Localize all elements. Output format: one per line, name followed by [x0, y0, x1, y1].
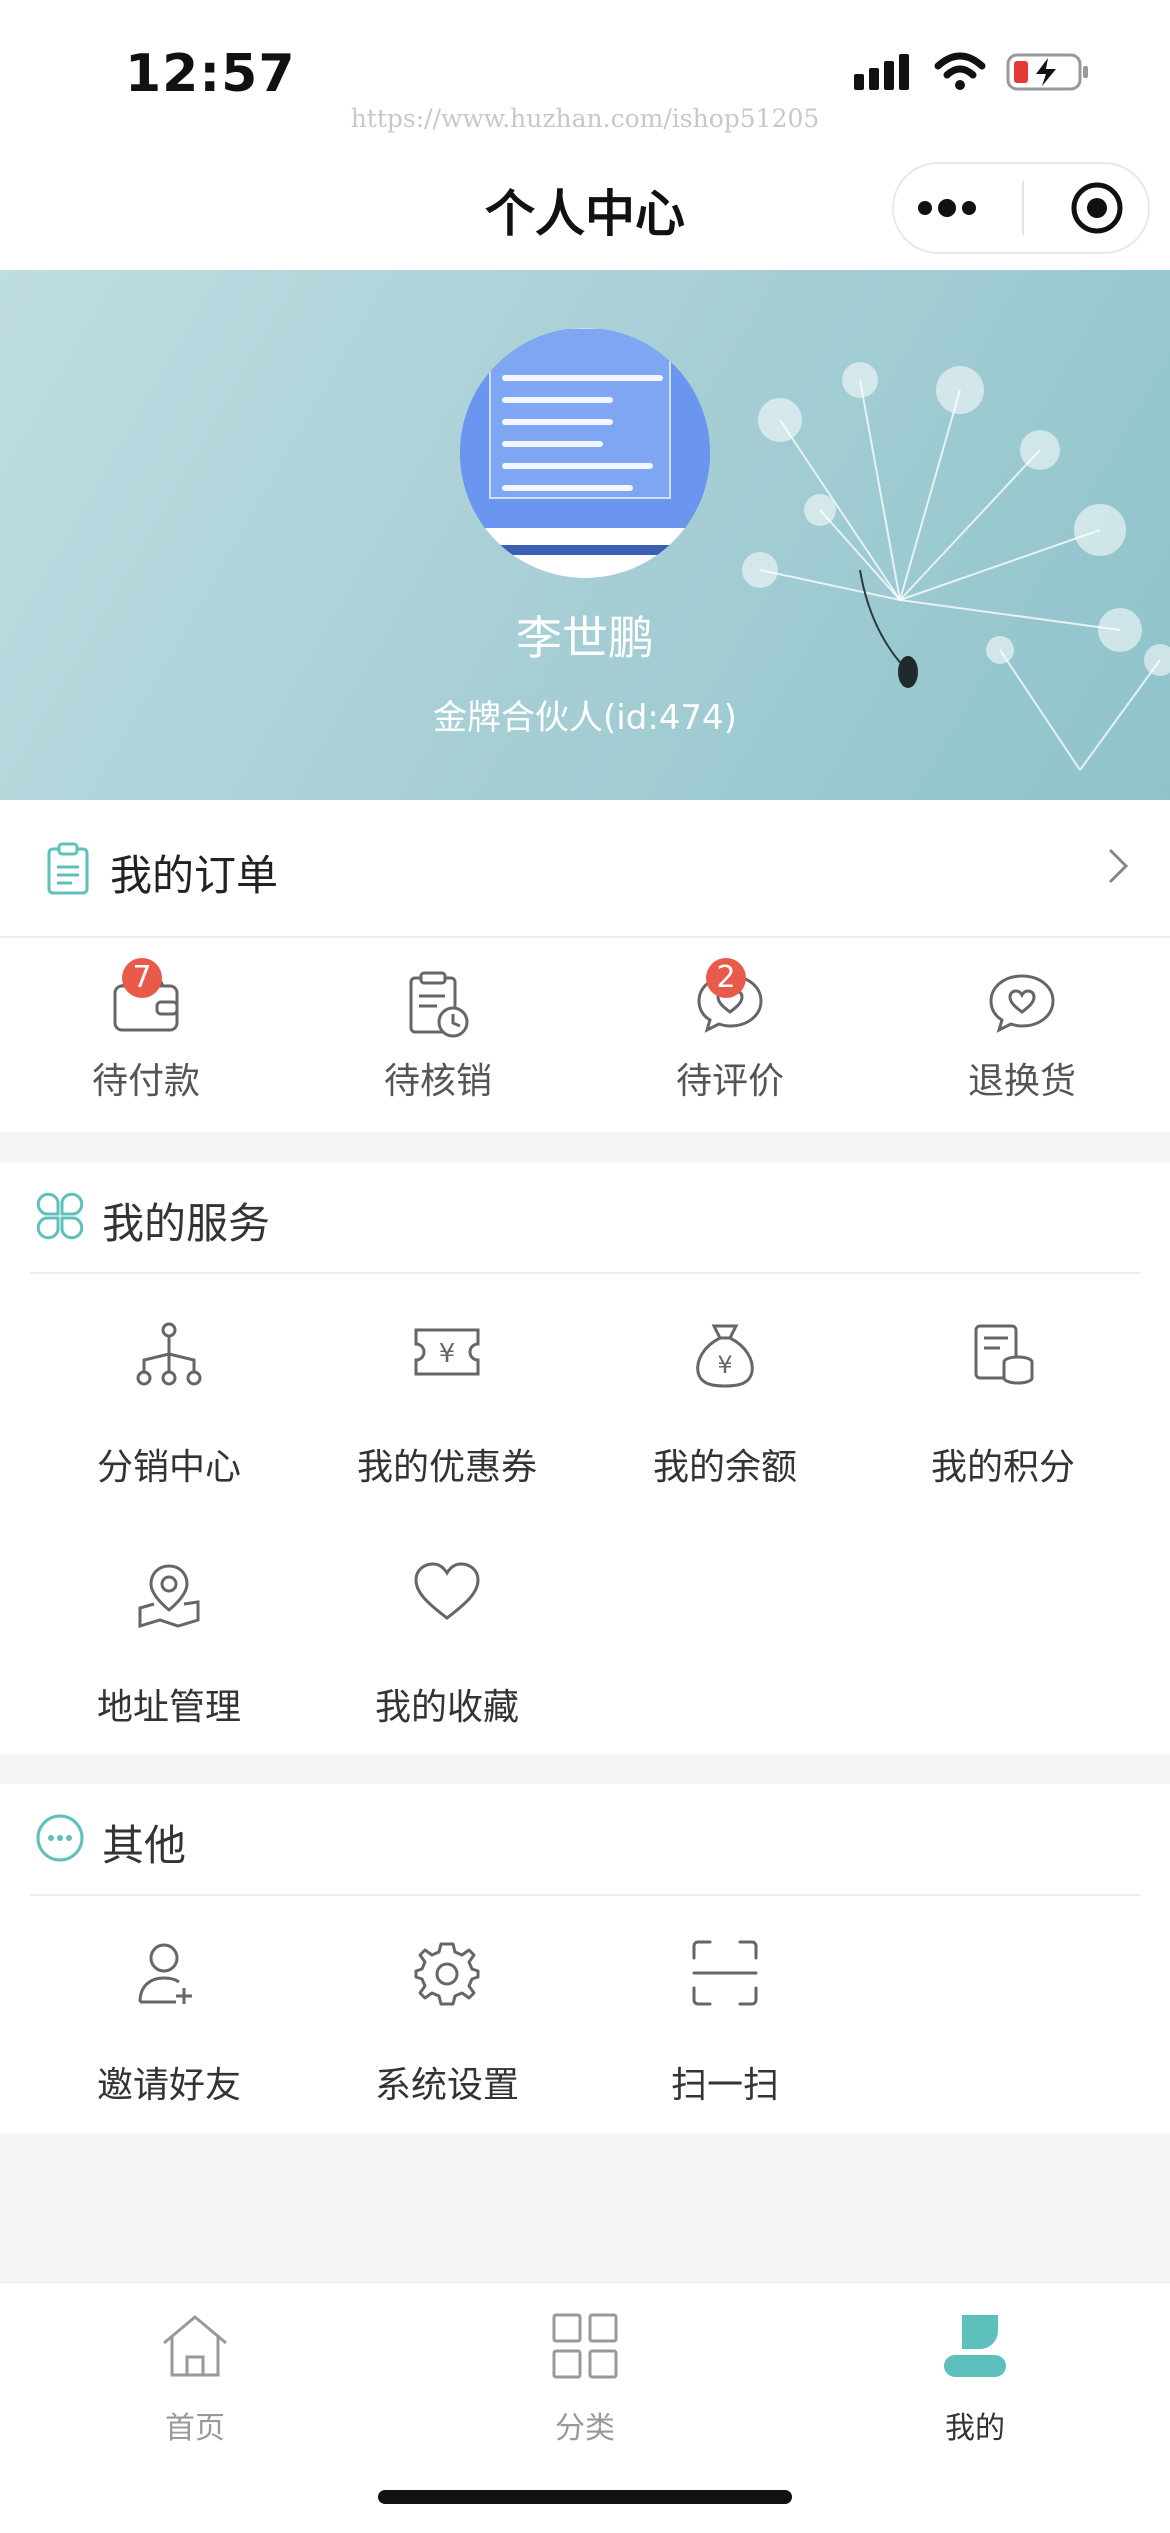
mini-program-capsule	[892, 162, 1150, 254]
battery-icon	[1006, 53, 1088, 91]
order-status-grid: 7 待付款 待核销 2 待评价 退换货	[0, 940, 1170, 1132]
home-indicator	[378, 2490, 792, 2504]
service-label: 我的收藏	[374, 1687, 519, 1728]
order-pending-payment[interactable]: 7 待付款	[0, 940, 292, 1132]
network-icon	[136, 1322, 202, 1386]
tab-label: 我的	[945, 2411, 1005, 2446]
order-item-label: 待付款	[91, 1061, 200, 1102]
signal-icon	[854, 54, 909, 90]
order-pending-verification[interactable]: 待核销	[292, 940, 584, 1132]
order-return-exchange[interactable]: 退换货	[876, 940, 1168, 1132]
more-icon[interactable]	[917, 198, 977, 218]
svg-text:¥: ¥	[439, 1339, 456, 1369]
url-watermark: https://www.huzhan.com/ishop51205	[350, 104, 820, 133]
other-label: 扫一扫	[670, 2065, 779, 2106]
orders-title: 我的订单	[110, 851, 279, 900]
status-time: 12:57	[125, 44, 296, 104]
service-label: 分销中心	[96, 1447, 241, 1488]
other-label: 系统设置	[374, 2065, 519, 2106]
close-target-icon[interactable]	[1069, 180, 1125, 236]
wifi-icon	[934, 52, 986, 90]
clipboard-clock-icon	[409, 971, 469, 1038]
clover-icon	[36, 1192, 84, 1240]
map-pin-icon	[138, 1564, 200, 1629]
orders-section: 我的订单 7 待付款 待核销 2 待评价 退换货	[0, 800, 1170, 1132]
other-label: 邀请好友	[96, 2065, 241, 2106]
clipboard-icon	[47, 842, 89, 895]
status-icons	[854, 52, 1090, 92]
grid-icon	[552, 2313, 618, 2379]
add-user-icon	[138, 1943, 192, 2004]
home-icon	[163, 2315, 227, 2377]
avatar-image	[460, 328, 710, 578]
tab-label: 首页	[165, 2411, 225, 2446]
service-label: 我的优惠券	[356, 1447, 537, 1488]
avatar[interactable]	[460, 328, 710, 578]
user-level: 金牌合伙人(id:474)	[433, 698, 737, 738]
other-header: 其他	[30, 1784, 1140, 1896]
navbar: 个人中心	[0, 150, 1170, 270]
scan-icon	[692, 1940, 758, 2006]
user-name: 李世鹏	[516, 611, 654, 665]
svg-text:¥: ¥	[717, 1351, 732, 1379]
order-item-label: 退换货	[967, 1061, 1076, 1102]
status-bar: 12:57 https://www.huzhan.com/ishop51205	[0, 0, 1170, 150]
services-section: 我的服务 分销中心 ¥ 我的优惠券 ¥ 我的余额 我的积分 地址管理 我的收藏	[0, 1162, 1170, 1754]
ticket-icon: ¥	[414, 1328, 480, 1376]
heart-icon	[414, 1562, 480, 1620]
services-header: 我的服务	[30, 1162, 1140, 1274]
tab-label: 分类	[555, 2411, 615, 2446]
other-section: 其他 邀请好友 系统设置 扫一扫	[0, 1784, 1170, 2134]
coins-icon	[974, 1324, 1034, 1385]
other-title: 其他	[102, 1821, 187, 1870]
service-label: 我的积分	[930, 1447, 1075, 1488]
service-label: 地址管理	[96, 1687, 241, 1728]
gear-icon	[414, 1942, 480, 2006]
pending-payment-badge: 7	[122, 958, 162, 998]
chat-heart-icon	[989, 974, 1055, 1033]
more-circle-icon	[36, 1814, 84, 1862]
user-icon	[944, 2315, 1006, 2377]
money-bag-icon: ¥	[696, 1324, 754, 1388]
chevron-right-icon[interactable]	[1106, 846, 1130, 886]
service-label: 我的余额	[652, 1447, 797, 1488]
order-item-label: 待核销	[383, 1061, 492, 1102]
services-title: 我的服务	[102, 1199, 271, 1248]
capsule-divider	[1021, 181, 1024, 235]
orders-header[interactable]: 我的订单	[0, 800, 1170, 938]
pending-review-badge: 2	[706, 958, 746, 998]
profile-banner: 李世鹏 金牌合伙人(id:474)	[0, 270, 1170, 800]
order-item-label: 待评价	[675, 1061, 784, 1102]
order-pending-review[interactable]: 2 待评价	[584, 940, 876, 1132]
